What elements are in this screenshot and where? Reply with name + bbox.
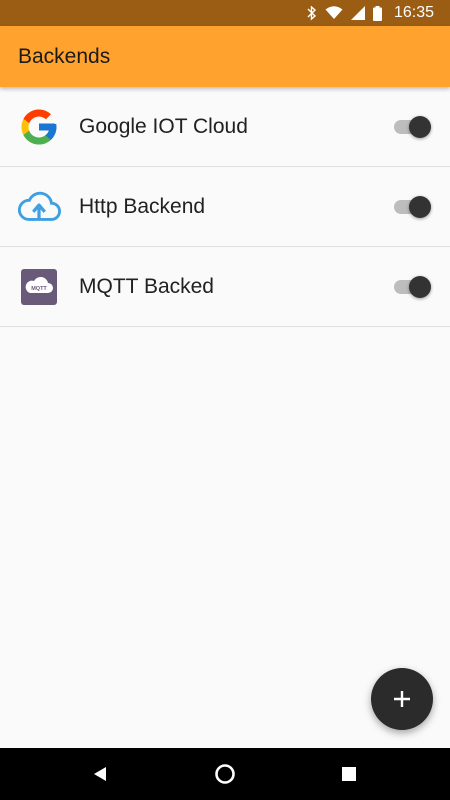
add-backend-button[interactable]: [371, 668, 433, 730]
toggle-thumb: [409, 275, 431, 298]
backends-list: Google IOT Cloud Http Backend MQTT MQTT …: [0, 87, 450, 327]
navigation-bar: [0, 748, 450, 800]
battery-icon: [372, 5, 382, 21]
wifi-icon: [325, 6, 343, 20]
toggle-thumb: [409, 115, 431, 138]
status-bar: 16:35: [0, 0, 450, 26]
cell-signal-icon: [350, 6, 365, 20]
backend-toggle[interactable]: [394, 194, 431, 220]
add-icon: [392, 689, 412, 709]
backend-label: MQTT Backed: [79, 274, 214, 298]
back-icon[interactable]: [88, 762, 112, 786]
mqtt-logo-text: MQTT: [31, 286, 47, 292]
backend-toggle[interactable]: [394, 114, 431, 140]
mqtt-logo-icon: MQTT: [17, 265, 61, 309]
home-icon[interactable]: [213, 762, 237, 786]
google-logo-icon: [17, 105, 61, 149]
recents-icon[interactable]: [337, 762, 361, 786]
backend-label: Google IOT Cloud: [79, 114, 248, 138]
toggle-thumb: [409, 195, 431, 218]
list-item[interactable]: Google IOT Cloud: [0, 87, 450, 167]
clock: 16:35: [393, 4, 434, 21]
list-item[interactable]: MQTT MQTT Backed: [0, 247, 450, 327]
page-title: Backends: [18, 44, 111, 68]
bluetooth-icon: [307, 5, 317, 21]
app-bar: Backends: [0, 26, 450, 87]
backend-toggle[interactable]: [394, 274, 431, 300]
backend-label: Http Backend: [79, 194, 206, 218]
cloud-upload-icon: [17, 185, 61, 229]
list-item[interactable]: Http Backend: [0, 167, 450, 247]
